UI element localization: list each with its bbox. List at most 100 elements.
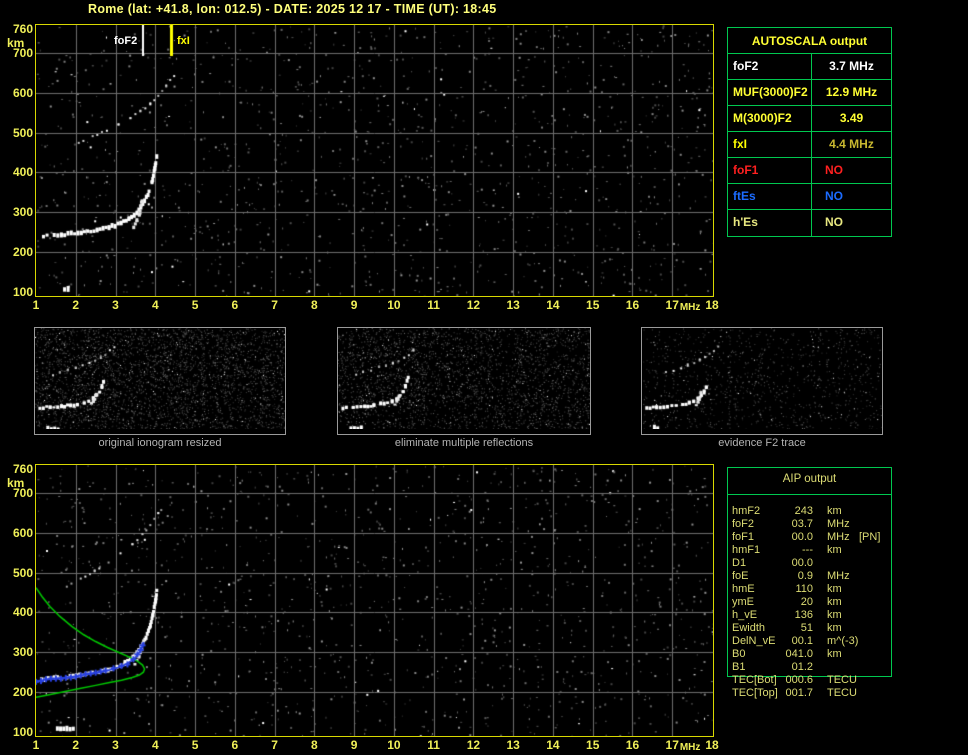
aip-row: TEC[Top] 001.7 TECU bbox=[727, 687, 892, 700]
aip-row-value: --- bbox=[802, 544, 813, 556]
autoscala-row-value: 4.4 MHz bbox=[829, 137, 874, 151]
thumbnail-eliminate-caption: eliminate multiple reflections bbox=[394, 437, 534, 449]
aip-row-value: 20 bbox=[800, 596, 813, 608]
table-row: MUF(3000)F2 12.9 MHz bbox=[728, 80, 891, 106]
x-tick-label: 3 bbox=[112, 738, 119, 752]
autoscala-row-label: fxI bbox=[728, 132, 812, 157]
thumbnail-original-caption: original ionogram resized bbox=[98, 437, 222, 449]
autoscala-table: AUTOSCALA output foF2 3.7 MHz MUF(3000)F2 1… bbox=[727, 27, 892, 237]
y-tick-label: 200 bbox=[12, 685, 33, 700]
aip-row-value: 243 bbox=[794, 505, 813, 517]
x-tick-label: 1 bbox=[32, 298, 40, 312]
table-row: ftEs NO bbox=[728, 184, 891, 210]
aip-row: DelN_vE 00.1 m^(-3) bbox=[727, 635, 892, 648]
aip-row: hmE 110 km bbox=[727, 583, 892, 596]
x-tick-label: 5 bbox=[191, 738, 199, 752]
x-tick-label: 16 bbox=[625, 738, 640, 752]
x-tick-label: 9 bbox=[350, 738, 358, 752]
fxi-marker-label: fxI bbox=[177, 35, 190, 47]
thumbnail-original-canvas bbox=[35, 328, 285, 429]
aip-row: foE 0.9 MHz bbox=[727, 570, 892, 583]
x-tick-label: 7 bbox=[271, 298, 278, 312]
x-tick-label: 11 bbox=[427, 298, 440, 312]
x-tick-label: 8 bbox=[311, 298, 318, 312]
x-tick-label: 12 bbox=[466, 738, 481, 752]
aip-row-unit: km bbox=[827, 505, 842, 517]
thumbnail-evidence-caption: evidence F2 trace bbox=[718, 437, 806, 449]
x-tick-label: 6 bbox=[231, 298, 239, 312]
y-tick-label: 600 bbox=[12, 85, 33, 100]
ionogram-aip-canvas bbox=[36, 465, 713, 736]
x-tick-label: 4 bbox=[151, 298, 159, 312]
y-tick-label: 100 bbox=[12, 725, 33, 739]
x-tick-label: 18 bbox=[705, 738, 719, 752]
y-tick-label: 400 bbox=[12, 605, 33, 620]
x-axis-unit-label: MHz bbox=[679, 302, 701, 313]
x-tick-label: 14 bbox=[546, 738, 560, 752]
x-tick-label: 12 bbox=[466, 298, 481, 312]
aip-row-label: ymE bbox=[732, 596, 754, 608]
aip-row: h_vE 136 km bbox=[727, 609, 892, 622]
x-tick-label: 14 bbox=[546, 298, 560, 312]
aip-row-value: 041.0 bbox=[785, 648, 813, 660]
y-tick-label: 600 bbox=[12, 525, 33, 540]
autoscala-row-value: NO bbox=[825, 215, 843, 229]
aip-row-value: 00.1 bbox=[791, 635, 813, 647]
aip-table-divider bbox=[727, 494, 892, 495]
y-tick-label: 500 bbox=[12, 565, 33, 580]
aip-row-unit: km bbox=[827, 609, 842, 621]
x-tick-label: 13 bbox=[506, 738, 520, 752]
page-title: Rome (lat: +41.8, lon: 012.5) - DATE: 20… bbox=[88, 2, 497, 16]
aip-row-label: hmF2 bbox=[732, 505, 761, 517]
aip-row-value: 0.9 bbox=[797, 570, 813, 582]
table-row: foF1 NO bbox=[728, 158, 891, 184]
aip-row-unit: MHz bbox=[827, 518, 850, 530]
aip-row-value: 000.6 bbox=[785, 674, 813, 686]
x-tick-label: 5 bbox=[191, 298, 199, 312]
aip-row-unit: m^(-3) bbox=[827, 635, 859, 647]
x-tick-label: 10 bbox=[387, 738, 401, 752]
y-tick-label: 400 bbox=[12, 165, 33, 180]
aip-row: foF1 00.0 MHz [PN] bbox=[727, 531, 892, 544]
x-tick-label: 7 bbox=[271, 738, 278, 752]
y-tick-label: 100 bbox=[12, 285, 33, 299]
autoscala-row-value: NO bbox=[825, 163, 843, 177]
aip-row: B0 041.0 km bbox=[727, 648, 892, 661]
autoscala-row-value: 3.7 MHz bbox=[829, 59, 874, 73]
aip-row-value: 00.0 bbox=[791, 557, 813, 569]
x-tick-label: 8 bbox=[311, 738, 318, 752]
thumbnail-eliminate bbox=[337, 327, 591, 435]
aip-row-value: 110 bbox=[795, 583, 813, 595]
autoscala-row-value: 12.9 MHz bbox=[825, 85, 878, 99]
table-row: M(3000)F2 3.49 bbox=[728, 106, 891, 132]
autoscala-row-label: h'Es bbox=[728, 210, 812, 236]
y-tick-label: 760 bbox=[12, 462, 33, 476]
y-axis-unit-label: km bbox=[7, 476, 25, 490]
autoscala-table-body: foF2 3.7 MHz MUF(3000)F2 12.9 MHz M(3000)F2 3… bbox=[728, 54, 891, 236]
aip-row: hmF1 --- km bbox=[727, 544, 892, 557]
autoscala-row-label: M(3000)F2 bbox=[728, 106, 812, 131]
x-tick-label: 3 bbox=[112, 298, 119, 312]
autoscala-row-label: MUF(3000)F2 bbox=[728, 80, 812, 105]
x-tick-label: 1 bbox=[32, 738, 40, 752]
thumbnail-eliminate-canvas bbox=[338, 328, 590, 429]
aip-row: TEC[Bot] 000.6 TECU bbox=[727, 674, 892, 687]
aip-row-value: 00.0 bbox=[791, 531, 813, 543]
y-tick-label: 760 bbox=[12, 22, 33, 36]
y-tick-label: 300 bbox=[12, 645, 33, 660]
x-tick-label: 18 bbox=[705, 298, 719, 312]
x-axis-unit-label: MHz bbox=[679, 742, 701, 753]
aip-row-extra: [PN] bbox=[859, 531, 881, 543]
x-tick-label: 15 bbox=[586, 738, 600, 752]
aip-table-header: AIP output bbox=[782, 473, 837, 485]
aip-row-unit: km bbox=[827, 544, 842, 556]
aip-row-value: 001.7 bbox=[785, 687, 813, 699]
aip-row-unit: km bbox=[827, 648, 842, 660]
aip-table: AIP output hmF2 243 km foF2 03.7 MHz foF1 00.0 M… bbox=[727, 467, 892, 703]
x-tick-label: 2 bbox=[72, 738, 80, 752]
autoscala-row-label: foF2 bbox=[728, 54, 812, 79]
ionogram-main-canvas bbox=[36, 25, 713, 296]
x-tick-label: 2 bbox=[72, 298, 80, 312]
autoscala-row-value: NO bbox=[825, 189, 843, 203]
y-tick-label: 200 bbox=[12, 245, 33, 260]
